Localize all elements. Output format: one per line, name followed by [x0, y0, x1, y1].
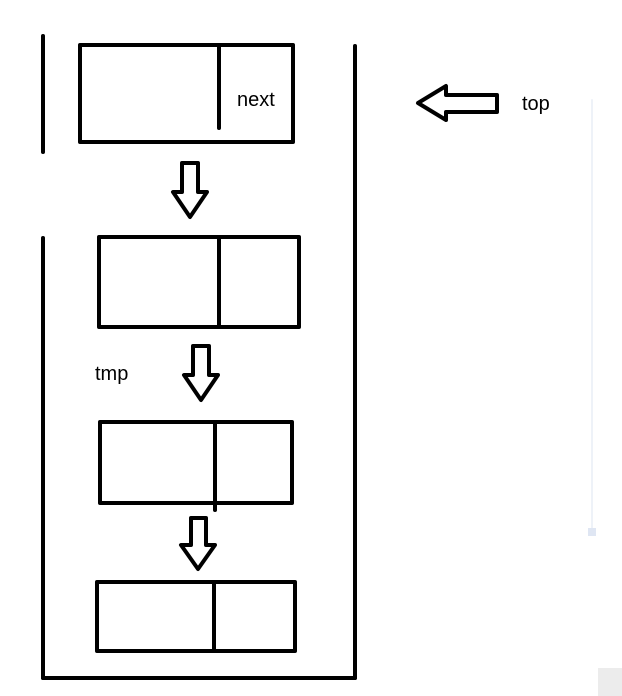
- arrow-down-icon: [179, 516, 217, 571]
- arrow-left-icon: [416, 84, 499, 122]
- stack-diagram: next top tmp: [0, 0, 622, 696]
- next-label: next: [237, 89, 275, 111]
- arrow-down-icon: [182, 344, 220, 402]
- node-2: [97, 235, 301, 329]
- node-3: [98, 420, 294, 512]
- arrow-down-icon: [171, 161, 209, 219]
- faint-mark: [588, 528, 596, 536]
- node-4: [95, 580, 297, 653]
- tmp-label: tmp: [95, 363, 128, 385]
- node-box: [98, 420, 294, 505]
- diagram-canvas: next top tmp: [41, 34, 622, 696]
- node-box: [95, 580, 297, 653]
- node-box: [97, 235, 301, 329]
- faint-corner: [598, 668, 622, 696]
- top-label: top: [522, 93, 550, 115]
